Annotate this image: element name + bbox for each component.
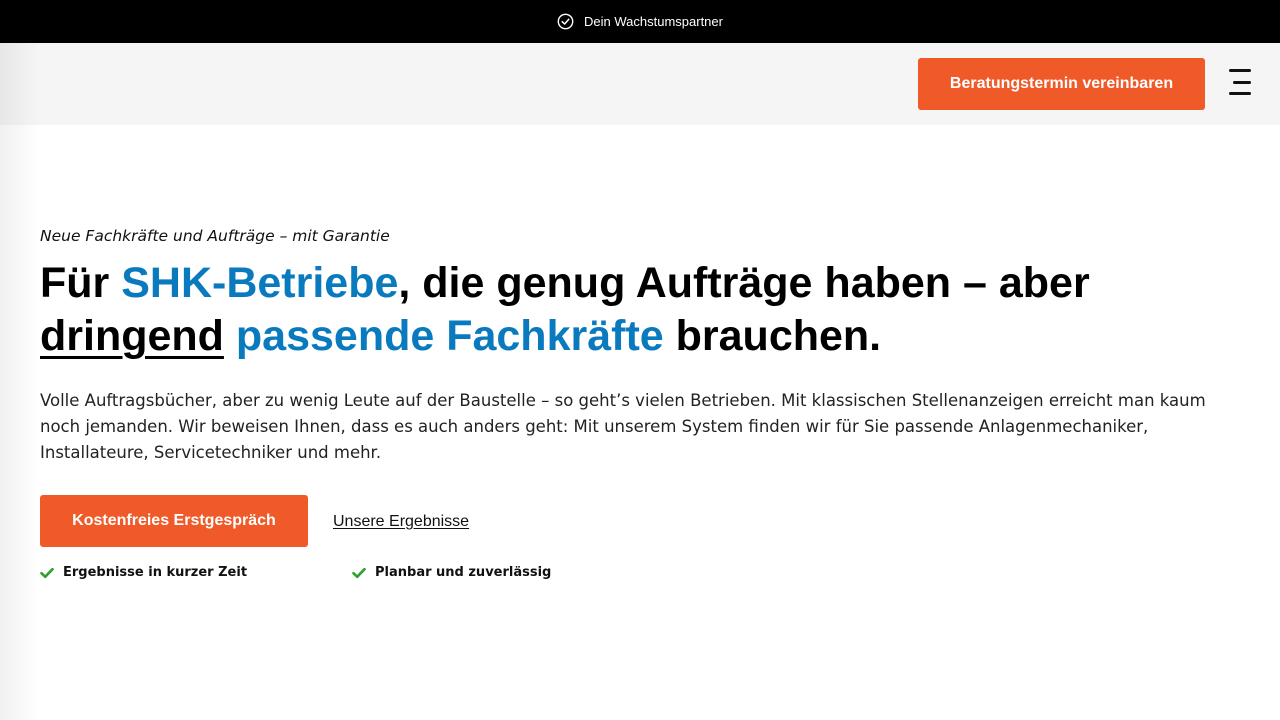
- feature-item: Planbar und zuverlässig: [352, 565, 551, 580]
- feature-label: Planbar und zuverlässig: [375, 565, 552, 580]
- announcement-bar: Dein Wachstumspartner: [0, 0, 1280, 43]
- page: Dein Wachstumspartner Beratungstermin ve…: [0, 0, 1280, 720]
- headline-text: brauchen.: [663, 312, 882, 360]
- feature-item: Ergebnisse in kurzer Zeit: [40, 565, 247, 580]
- our-results-link[interactable]: Unsere Ergebnisse: [333, 513, 469, 531]
- headline-underlined: dringend: [40, 312, 224, 360]
- headline-text: Für: [40, 259, 122, 307]
- hero-headline: Für SHK-Betriebe, die genug Aufträge hab…: [40, 257, 1220, 363]
- edge-shadow: [0, 43, 40, 720]
- checkmark-icon: [352, 566, 366, 580]
- book-consultation-button[interactable]: Beratungstermin vereinbaren: [918, 58, 1205, 110]
- feature-label: Ergebnisse in kurzer Zeit: [63, 565, 248, 580]
- headline-highlight-shk: SHK-Betriebe: [121, 259, 399, 307]
- announcement-text: Dein Wachstumspartner: [584, 14, 723, 29]
- checkmark-icon: [40, 566, 54, 580]
- hamburger-menu-icon[interactable]: [1225, 69, 1251, 95]
- free-consultation-button[interactable]: Kostenfreies Erstgespräch: [40, 495, 308, 547]
- headline-text: [224, 312, 236, 360]
- hero-lead-paragraph: Volle Auftragsbücher, aber zu wenig Leut…: [40, 391, 1206, 462]
- hero-eyebrow: Neue Fachkräfte und Aufträge – mit Garan…: [40, 227, 390, 245]
- headline-highlight-fachkraefte: passende Fachkräfte: [235, 312, 664, 360]
- site-header: Beratungstermin vereinbaren: [0, 43, 1280, 125]
- check-circle-icon: [557, 13, 574, 30]
- headline-text: , die genug Aufträge haben – aber: [398, 259, 1090, 307]
